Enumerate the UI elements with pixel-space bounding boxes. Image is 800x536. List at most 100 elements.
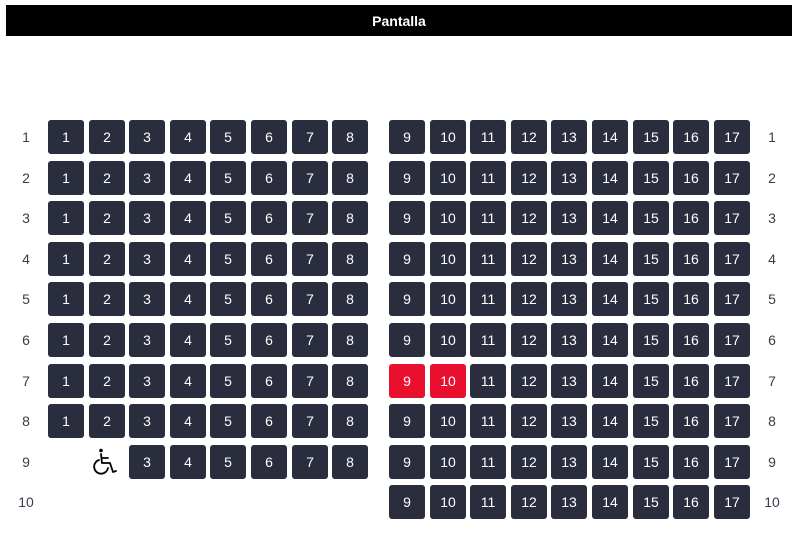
seat[interactable]: 7 [292, 201, 328, 235]
seat[interactable]: 14 [592, 364, 628, 398]
seat[interactable]: 15 [633, 282, 669, 316]
seat[interactable]: 6 [251, 445, 287, 479]
seat[interactable]: 16 [673, 120, 709, 154]
seat[interactable]: 2 [89, 282, 125, 316]
seat[interactable]: 7 [292, 445, 328, 479]
seat[interactable]: 11 [470, 161, 506, 195]
seat[interactable]: 6 [251, 364, 287, 398]
seat[interactable]: 17 [714, 201, 750, 235]
seat[interactable]: 11 [470, 242, 506, 276]
seat[interactable]: 9 [389, 242, 425, 276]
seat[interactable]: 4 [170, 161, 206, 195]
seat[interactable]: 4 [170, 201, 206, 235]
seat[interactable]: 10 [430, 404, 466, 438]
seat[interactable]: 6 [251, 120, 287, 154]
seat[interactable]: 13 [551, 445, 587, 479]
seat[interactable]: 5 [210, 242, 246, 276]
seat[interactable]: 10 [430, 445, 466, 479]
seat[interactable]: 11 [470, 364, 506, 398]
seat[interactable]: 9 [389, 161, 425, 195]
seat[interactable]: 3 [129, 201, 165, 235]
seat[interactable]: 9 [389, 282, 425, 316]
seat[interactable]: 14 [592, 282, 628, 316]
seat[interactable]: 1 [48, 323, 84, 357]
seat[interactable]: 11 [470, 323, 506, 357]
seat[interactable]: 15 [633, 120, 669, 154]
seat[interactable]: 11 [470, 120, 506, 154]
seat[interactable]: 6 [251, 242, 287, 276]
seat[interactable]: 4 [170, 445, 206, 479]
seat[interactable]: 17 [714, 404, 750, 438]
seat[interactable]: 15 [633, 485, 669, 519]
seat[interactable]: 8 [332, 282, 368, 316]
seat[interactable]: 10 [430, 323, 466, 357]
seat[interactable]: 13 [551, 282, 587, 316]
seat[interactable]: 2 [89, 242, 125, 276]
seat[interactable]: 5 [210, 404, 246, 438]
seat[interactable]: 2 [89, 161, 125, 195]
seat[interactable]: 15 [633, 323, 669, 357]
seat[interactable]: 14 [592, 404, 628, 438]
seat[interactable]: 8 [332, 161, 368, 195]
seat[interactable]: 2 [89, 364, 125, 398]
seat[interactable]: 12 [511, 201, 547, 235]
seat[interactable]: 9 [389, 323, 425, 357]
seat[interactable]: 12 [511, 404, 547, 438]
seat[interactable]: 8 [332, 120, 368, 154]
seat[interactable]: 5 [210, 120, 246, 154]
seat[interactable]: 13 [551, 201, 587, 235]
seat[interactable]: 4 [170, 282, 206, 316]
seat[interactable]: 4 [170, 404, 206, 438]
seat[interactable]: 14 [592, 323, 628, 357]
seat[interactable]: 11 [470, 282, 506, 316]
seat[interactable]: 13 [551, 242, 587, 276]
seat[interactable]: 3 [129, 445, 165, 479]
seat[interactable]: 13 [551, 323, 587, 357]
seat[interactable]: 10 [430, 120, 466, 154]
seat[interactable]: 7 [292, 364, 328, 398]
seat[interactable]: 8 [332, 404, 368, 438]
seat[interactable]: 16 [673, 161, 709, 195]
seat[interactable]: 4 [170, 120, 206, 154]
seat[interactable]: 3 [129, 282, 165, 316]
seat[interactable]: 3 [129, 364, 165, 398]
seat[interactable]: 3 [129, 120, 165, 154]
seat[interactable]: 6 [251, 323, 287, 357]
seat[interactable]: 11 [470, 485, 506, 519]
seat[interactable]: 4 [170, 364, 206, 398]
seat[interactable]: 16 [673, 404, 709, 438]
seat[interactable]: 12 [511, 282, 547, 316]
seat[interactable]: 16 [673, 485, 709, 519]
seat[interactable]: 12 [511, 161, 547, 195]
seat[interactable]: 17 [714, 282, 750, 316]
seat[interactable]: 3 [129, 242, 165, 276]
seat[interactable]: 12 [511, 445, 547, 479]
seat[interactable]: 7 [292, 120, 328, 154]
seat[interactable]: 11 [470, 445, 506, 479]
seat-selected[interactable]: 9 [389, 364, 425, 398]
seat[interactable]: 7 [292, 282, 328, 316]
seat[interactable]: 7 [292, 404, 328, 438]
seat[interactable]: 16 [673, 364, 709, 398]
seat[interactable]: 14 [592, 201, 628, 235]
seat[interactable]: 12 [511, 120, 547, 154]
seat-selected[interactable]: 10 [430, 364, 466, 398]
seat[interactable]: 10 [430, 485, 466, 519]
seat[interactable]: 15 [633, 201, 669, 235]
seat[interactable]: 6 [251, 201, 287, 235]
seat[interactable]: 12 [511, 364, 547, 398]
seat[interactable]: 17 [714, 445, 750, 479]
seat[interactable]: 3 [129, 323, 165, 357]
seat[interactable]: 13 [551, 120, 587, 154]
seat[interactable]: 15 [633, 364, 669, 398]
seat[interactable]: 16 [673, 242, 709, 276]
seat[interactable]: 5 [210, 323, 246, 357]
seat[interactable]: 3 [129, 161, 165, 195]
seat[interactable]: 16 [673, 323, 709, 357]
seat[interactable]: 12 [511, 242, 547, 276]
seat[interactable]: 4 [170, 323, 206, 357]
seat[interactable]: 6 [251, 282, 287, 316]
seat[interactable]: 9 [389, 445, 425, 479]
seat[interactable]: 8 [332, 364, 368, 398]
seat[interactable]: 16 [673, 282, 709, 316]
